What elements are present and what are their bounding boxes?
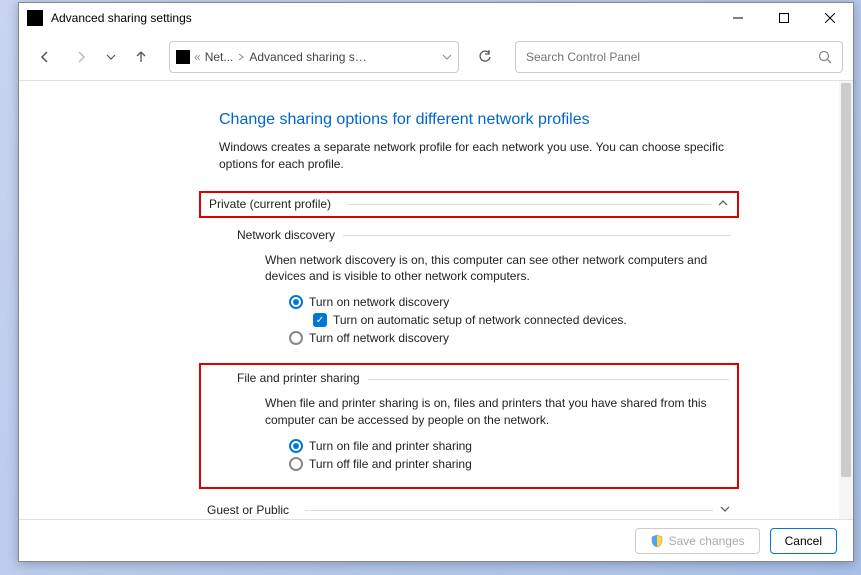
minimize-button[interactable] [715, 3, 761, 33]
divider [305, 510, 713, 511]
button-label: Cancel [785, 534, 822, 548]
radio-label: Turn on network discovery [309, 295, 449, 309]
chevron-down-icon [719, 503, 731, 518]
divider [347, 204, 711, 205]
breadcrumb-segment[interactable]: Net... [205, 50, 234, 64]
forward-button[interactable] [65, 41, 97, 73]
profile-label: Guest or Public [207, 503, 289, 517]
breadcrumb-segment[interactable]: Advanced sharing se... [249, 50, 369, 64]
titlebar: Advanced sharing settings [19, 3, 853, 33]
section-label: Network discovery [237, 228, 335, 242]
location-icon [176, 50, 190, 64]
app-icon [27, 10, 43, 26]
cancel-button[interactable]: Cancel [770, 528, 837, 554]
radio-discovery-on[interactable]: Turn on network discovery [289, 295, 731, 309]
radio-discovery-off[interactable]: Turn off network discovery [289, 331, 731, 345]
checkbox-auto-setup[interactable]: ✓ Turn on automatic setup of network con… [313, 313, 731, 327]
shield-icon [650, 534, 664, 548]
address-bar[interactable]: « Net... Advanced sharing se... [169, 41, 459, 73]
page-heading: Change sharing options for different net… [219, 111, 739, 129]
window-title: Advanced sharing settings [51, 11, 715, 25]
addressbar-dropdown-icon[interactable] [442, 52, 452, 62]
footer-bar: Save changes Cancel [19, 519, 853, 561]
search-box[interactable] [515, 41, 843, 73]
chevron-right-icon [237, 53, 245, 61]
back-button[interactable] [29, 41, 61, 73]
radio-label: Turn on file and printer sharing [309, 439, 472, 453]
profile-label: Private (current profile) [209, 197, 331, 211]
checkbox-icon: ✓ [313, 313, 327, 327]
radio-file-sharing-on[interactable]: Turn on file and printer sharing [289, 439, 737, 453]
radio-file-sharing-off[interactable]: Turn off file and printer sharing [289, 457, 737, 471]
radio-label: Turn off network discovery [309, 331, 449, 345]
vertical-scrollbar[interactable] [839, 81, 853, 519]
search-icon [818, 50, 832, 64]
radio-icon [289, 295, 303, 309]
scrollbar-thumb[interactable] [841, 83, 851, 477]
control-panel-window: Advanced sharing settings [18, 2, 854, 562]
page-description: Windows creates a separate network profi… [219, 139, 739, 173]
checkbox-label: Turn on automatic setup of network conne… [333, 313, 627, 327]
search-input[interactable] [526, 50, 818, 64]
section-label: File and printer sharing [237, 371, 360, 385]
breadcrumb-leader: « [194, 50, 201, 64]
radio-icon [289, 457, 303, 471]
radio-label: Turn off file and printer sharing [309, 457, 472, 471]
profile-private-header[interactable]: Private (current profile) [199, 191, 739, 218]
radio-icon [289, 439, 303, 453]
radio-icon [289, 331, 303, 345]
close-button[interactable] [807, 3, 853, 33]
navigation-toolbar: « Net... Advanced sharing se... [19, 33, 853, 81]
section-description: When network discovery is on, this compu… [265, 252, 731, 286]
button-label: Save changes [669, 534, 745, 548]
profile-guest-header[interactable]: Guest or Public [199, 499, 739, 519]
chevron-up-icon [717, 197, 729, 212]
content-area: Change sharing options for different net… [19, 81, 853, 519]
section-description: When file and printer sharing is on, fil… [265, 395, 737, 429]
save-changes-button[interactable]: Save changes [635, 528, 760, 554]
refresh-button[interactable] [469, 41, 501, 73]
history-dropdown[interactable] [101, 41, 121, 73]
network-discovery-section: Network discovery When network discovery… [199, 220, 739, 358]
maximize-button[interactable] [761, 3, 807, 33]
file-printer-sharing-section: File and printer sharing When file and p… [199, 363, 739, 489]
up-button[interactable] [125, 41, 157, 73]
